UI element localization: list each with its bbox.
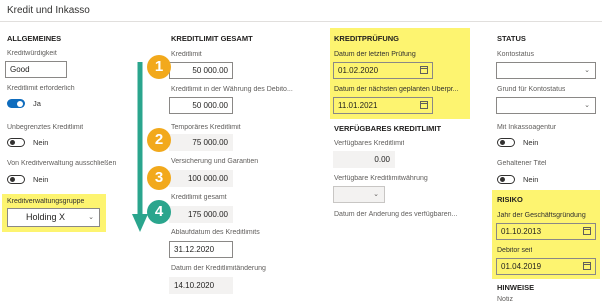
titel-toggle[interactable] [497, 175, 515, 184]
calendar-icon[interactable] [583, 262, 591, 270]
section-allgemeines-header: ALLGEMEINES [7, 34, 62, 43]
gruppe-label: Kreditverwaltungsgruppe [7, 198, 85, 205]
calendar-icon[interactable] [583, 227, 591, 235]
grund-label: Grund für Kontostatus [497, 86, 566, 93]
titel-value: Nein [523, 175, 539, 184]
kreditwuerdigkeit-field[interactable]: Good [5, 61, 67, 78]
chevron-down-icon: ⌄ [373, 191, 379, 198]
naechste-pruefung-label: Datum der nächsten geplanten Überpr... [334, 86, 459, 93]
kreditwuerdigkeit-label: Kreditwürdigkeit [7, 50, 57, 57]
gruendung-value: 01.10.2013 [501, 227, 542, 236]
page-title: Kredit und Inkasso [7, 5, 90, 16]
unbegrenztes-value: Nein [33, 138, 49, 147]
section-kreditpruefung-header: KREDITPRÜFUNG [334, 34, 399, 43]
naechste-pruefung-value: 11.01.2021 [338, 101, 378, 110]
verfuegbar-waehrung-select[interactable]: ⌄ [333, 186, 385, 203]
kontostatus-select[interactable]: ⌄ [496, 62, 596, 79]
letzte-pruefung-field[interactable]: 01.02.2020 [333, 62, 433, 79]
calendar-icon[interactable] [420, 101, 428, 109]
calendar-icon[interactable] [420, 66, 428, 74]
kreditlimit-erforderlich-value: Ja [33, 99, 41, 108]
callout-4: 4 [147, 200, 171, 224]
titel-label: Gehaltener Titel [497, 160, 547, 167]
letzte-pruefung-value: 01.02.2020 [338, 66, 379, 75]
section-kreditlimit-gesamt-header: KREDITLIMIT GESAMT [171, 34, 253, 43]
debitor-seit-field[interactable]: 01.04.2019 [496, 258, 596, 275]
temporaer-label: Temporäres Kreditlimit [171, 124, 241, 131]
unbegrenztes-toggle[interactable] [7, 138, 25, 147]
gruendung-label: Jahr der Geschäftsgründung [497, 212, 586, 219]
kreditlimit-waehrung-field[interactable]: 50 000.00 [169, 97, 233, 114]
grund-select[interactable]: ⌄ [496, 97, 596, 114]
gesamt-field: 175 000.00 [169, 206, 233, 223]
notiz-label: Notiz [497, 296, 513, 303]
ausschliessen-toggle[interactable] [7, 175, 25, 184]
kreditlimit-waehrung-label: Kreditlimit in der Währung des Debito... [171, 86, 293, 93]
toggle-knob [9, 139, 15, 145]
verfuegbar-limit-label: Verfügbares Kreditlimit [334, 140, 405, 147]
letzte-pruefung-label: Datum der letzten Prüfung [334, 51, 416, 58]
toggle-knob [9, 176, 15, 182]
callout-2: 2 [147, 128, 171, 152]
toggle-knob [499, 139, 505, 145]
kreditlimit-label: Kreditlimit [171, 51, 202, 58]
gruppe-value: Holding X [26, 212, 66, 222]
kreditlimit-field[interactable]: 50 000.00 [169, 62, 233, 79]
section-status-header: STATUS [497, 34, 526, 43]
ablauf-label: Ablaufdatum des Kreditlimits [171, 229, 260, 236]
chevron-down-icon: ⌄ [584, 67, 590, 74]
chevron-down-icon: ⌄ [88, 214, 94, 221]
gruendung-field[interactable]: 01.10.2013 [496, 223, 596, 240]
kreditlimit-erforderlich-label: Kreditlimit erforderlich [7, 85, 75, 92]
ausschliessen-label: Von Kreditverwaltung ausschließen [7, 160, 117, 167]
kreditlimit-erforderlich-toggle[interactable] [7, 99, 25, 108]
ausschliessen-value: Nein [33, 175, 49, 184]
section-hinweise-header: HINWEISE [497, 283, 535, 292]
callout-1: 1 [147, 55, 171, 79]
debitor-seit-value: 01.04.2019 [501, 262, 542, 271]
verfuegbar-waehrung-label: Verfügbare Kreditlimitwährung [334, 175, 428, 182]
callout-3: 3 [147, 166, 171, 190]
versicherung-field: 100 000.00 [169, 170, 233, 187]
aenderung-field: 14.10.2020 [169, 277, 233, 294]
inkasso-toggle[interactable] [497, 138, 515, 147]
section-risiko-header: RISIKO [497, 195, 523, 204]
inkasso-value: Nein [523, 138, 539, 147]
section-verfuegbar-header: VERFÜGBARES KREDITLIMIT [334, 124, 442, 133]
ablauf-field[interactable]: 31.12.2020 [169, 241, 233, 258]
verfuegbar-aenderung-label: Datum der Änderung des verfügbaren... [334, 211, 458, 218]
toggle-knob [499, 176, 505, 182]
aenderung-label: Datum der Kreditlimitänderung [171, 265, 266, 272]
chevron-down-icon: ⌄ [584, 102, 590, 109]
divider [0, 21, 602, 22]
naechste-pruefung-field[interactable]: 11.01.2021 [333, 97, 433, 114]
kontostatus-label: Kontostatus [497, 51, 534, 58]
gruppe-select[interactable]: Holding X ⌄ [7, 208, 100, 227]
versicherung-label: Versicherung und Garantien [171, 158, 259, 165]
gesamt-label: Kreditlimit gesamt [171, 194, 227, 201]
temporaer-field: 75 000.00 [169, 134, 233, 151]
inkasso-label: Mit Inkassoagentur [497, 124, 557, 131]
debitor-seit-label: Debitor seit [497, 247, 533, 254]
unbegrenztes-label: Unbegrenztes Kreditlimit [7, 124, 84, 131]
toggle-knob [17, 100, 23, 107]
verfuegbar-limit-field: 0.00 [333, 151, 395, 168]
